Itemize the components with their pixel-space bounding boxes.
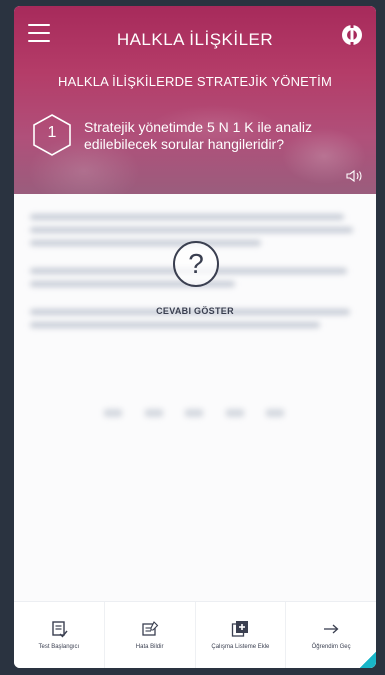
- question-number: 1: [47, 124, 57, 141]
- report-error-button[interactable]: Hata Bildir: [105, 602, 196, 668]
- report-error-label: Hata Bildir: [135, 644, 164, 650]
- app-title: HALKLA İLİŞKİLER: [116, 30, 274, 49]
- app-screen: HALKLA İLİŞKİLER HALKLA İLİŞKİLERDE STRA…: [14, 6, 376, 668]
- test-start-icon: [52, 621, 68, 638]
- header: HALKLA İLİŞKİLER HALKLA İLİŞKİLERDE STRA…: [14, 6, 376, 194]
- report-error-icon: [141, 621, 158, 636]
- show-answer-button[interactable]: ? CEVABI GÖSTER: [14, 241, 376, 341]
- add-study-list-button[interactable]: Çalışma Listeme Ekle: [196, 602, 287, 668]
- test-start-button[interactable]: Test Başlangıcı: [14, 602, 105, 668]
- add-study-list-icon: [232, 621, 249, 637]
- answer-area: ? CEVABI GÖSTER: [14, 194, 376, 602]
- question-mark-icon: ?: [173, 241, 219, 287]
- blurred-answer-graphic: [104, 409, 284, 419]
- add-study-list-label: Çalışma Listeme Ekle: [211, 644, 270, 650]
- corner-accent: [360, 652, 376, 668]
- learned-skip-label: Öğrendim Geç: [311, 644, 351, 650]
- logo-icon[interactable]: [340, 23, 364, 47]
- speaker-icon[interactable]: [346, 169, 364, 183]
- test-start-label: Test Başlangıcı: [38, 644, 80, 650]
- section-subtitle: HALKLA İLİŞKİLERDE STRATEJİK YÖNETİM: [57, 74, 333, 89]
- show-answer-label: CEVABI GÖSTER: [156, 306, 234, 316]
- question-text: Stratejik yönetimde 5 N 1 K ile analiz e…: [84, 119, 312, 152]
- bottom-toolbar: Test Başlangıcı Hata Bildir Çalışma List…: [14, 601, 376, 668]
- arrow-right-icon: [324, 624, 339, 634]
